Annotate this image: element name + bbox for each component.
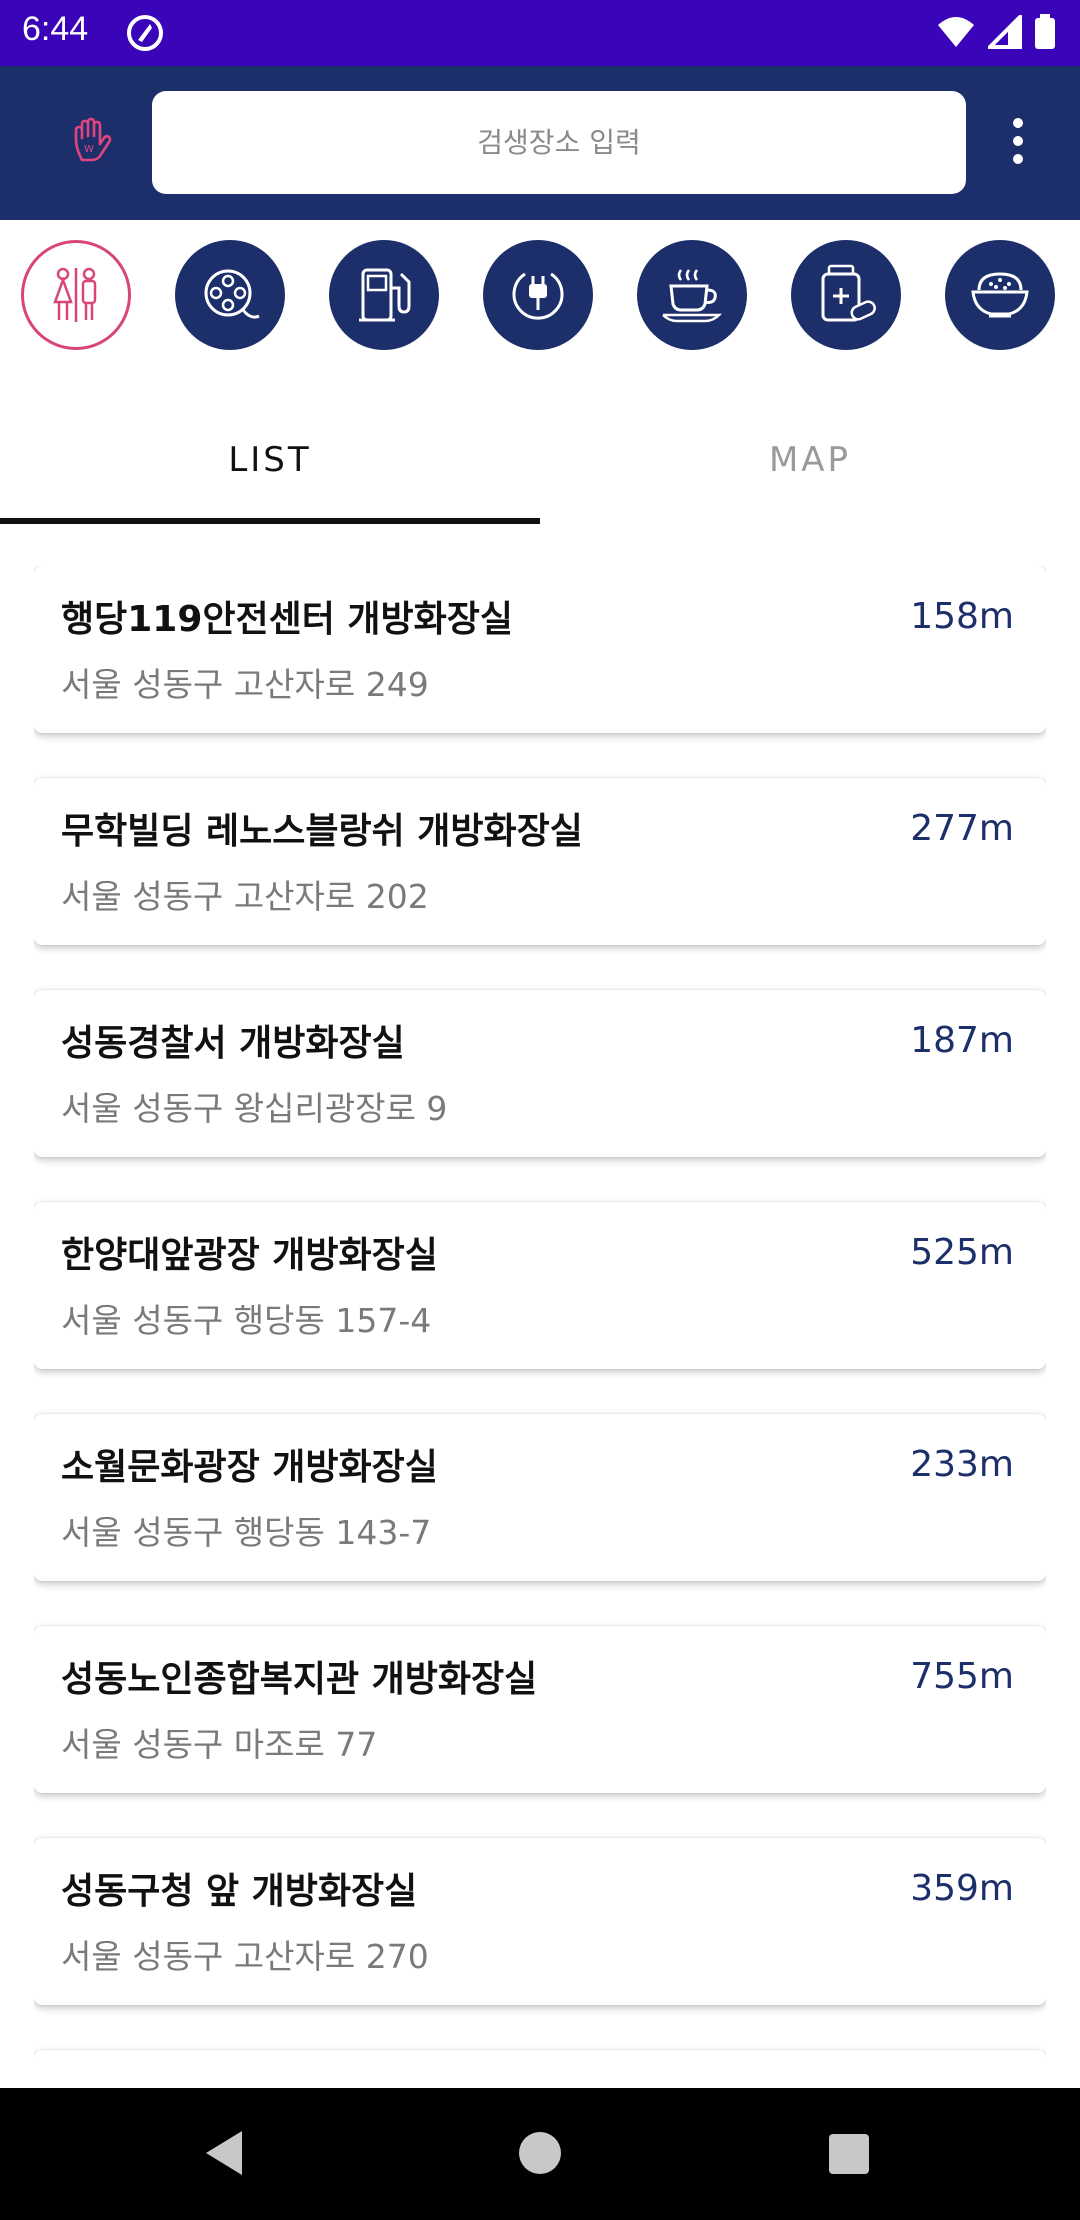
category-cinema-button[interactable] — [175, 240, 285, 350]
nav-back-icon[interactable] — [202, 2128, 246, 2182]
wifi-icon — [938, 17, 974, 47]
rice-bowl-icon — [971, 272, 1029, 318]
place-distance: 277m — [910, 808, 1014, 849]
svg-text:W: W — [84, 144, 94, 155]
category-restaurant-button[interactable] — [945, 240, 1055, 350]
place-card[interactable]: 무학빌딩 레노스블랑쉬 개방화장실 서울 성동구 고산자로 202 277m — [34, 778, 1046, 945]
cellular-icon — [988, 15, 1022, 49]
place-name: 소월문화광장 개방화장실 — [61, 1447, 438, 1488]
place-name: 성동구청 앞 개방화장실 — [61, 1871, 418, 1912]
place-card[interactable]: 성동경찰서 개방화장실 서울 성동구 왕십리광장로 9 187m — [34, 990, 1046, 1157]
place-address: 서울 성동구 고산자로 202 — [61, 877, 429, 916]
category-gas-station-button[interactable] — [329, 240, 439, 350]
place-card[interactable]: 소월문화광장 개방화장실 서울 성동구 행당동 143-7 233m — [34, 1414, 1046, 1581]
tab-map[interactable]: MAP — [540, 400, 1080, 520]
place-name: 성동경찰서 개방화장실 — [61, 1023, 405, 1064]
place-distance: 158m — [910, 596, 1014, 637]
place-address: 서울 성동구 행당동 157-4 — [61, 1301, 432, 1340]
pharmacy-icon — [821, 264, 876, 322]
tab-indicator — [0, 518, 540, 524]
system-icons — [936, 14, 1056, 50]
coffee-cup-icon — [662, 269, 723, 323]
more-options-icon[interactable] — [998, 118, 1038, 174]
place-card-partial[interactable] — [34, 2050, 1046, 2076]
place-address: 서울 성동구 고산자로 270 — [61, 1937, 429, 1976]
battery-icon — [1035, 14, 1055, 49]
place-distance: 187m — [910, 1020, 1014, 1061]
place-distance: 233m — [910, 1444, 1014, 1485]
app-bar: W — [0, 66, 1080, 220]
place-card[interactable]: 행당119안전센터 개방화장실 서울 성동구 고산자로 249 158m — [34, 566, 1046, 733]
place-distance: 525m — [910, 1232, 1014, 1273]
place-name: 무학빌딩 레노스블랑쉬 개방화장실 — [61, 811, 583, 852]
category-pharmacy-button[interactable] — [791, 240, 901, 350]
category-cafe-button[interactable] — [637, 240, 747, 350]
place-distance: 755m — [910, 1656, 1014, 1697]
status-time: 6:44 — [22, 10, 89, 48]
category-ev-charging-button[interactable] — [483, 240, 593, 350]
notification-app-icon — [126, 14, 164, 56]
film-reel-icon — [204, 269, 260, 319]
place-address: 서울 성동구 행당동 143-7 — [61, 1513, 432, 1552]
place-address: 서울 성동구 고산자로 249 — [61, 665, 429, 704]
category-bar — [0, 240, 1080, 356]
place-card[interactable]: 성동구청 앞 개방화장실 서울 성동구 고산자로 270 359m — [34, 1838, 1046, 2005]
place-list[interactable]: 행당119안전센터 개방화장실 서울 성동구 고산자로 249 158m 무학빌… — [34, 566, 1046, 2076]
place-card[interactable]: 한양대앞광장 개방화장실 서울 성동구 행당동 157-4 525m — [34, 1202, 1046, 1369]
nav-home-icon[interactable] — [519, 2132, 561, 2174]
search-input[interactable] — [152, 91, 966, 194]
category-restroom-button[interactable] — [21, 240, 131, 350]
place-address: 서울 성동구 마조로 77 — [61, 1725, 378, 1764]
place-card[interactable]: 성동노인종합복지관 개방화장실 서울 성동구 마조로 77 755m — [34, 1626, 1046, 1793]
nav-recents-icon[interactable] — [829, 2134, 869, 2174]
place-name: 성동노인종합복지관 개방화장실 — [61, 1659, 538, 1700]
tab-list[interactable]: LIST — [0, 400, 540, 520]
view-tabs: LIST MAP — [0, 400, 1080, 524]
place-name: 한양대앞광장 개방화장실 — [61, 1235, 438, 1276]
gas-station-icon — [359, 268, 411, 322]
status-bar: 6:44 — [0, 0, 1080, 66]
place-name: 행당119안전센터 개방화장실 — [61, 599, 513, 640]
system-nav-bar — [0, 2088, 1080, 2220]
restroom-icon — [53, 267, 97, 322]
place-distance: 359m — [910, 1868, 1014, 1909]
hand-logo-icon[interactable]: W — [68, 116, 118, 166]
ev-charger-icon — [512, 272, 564, 320]
place-address: 서울 성동구 왕십리광장로 9 — [61, 1089, 448, 1128]
